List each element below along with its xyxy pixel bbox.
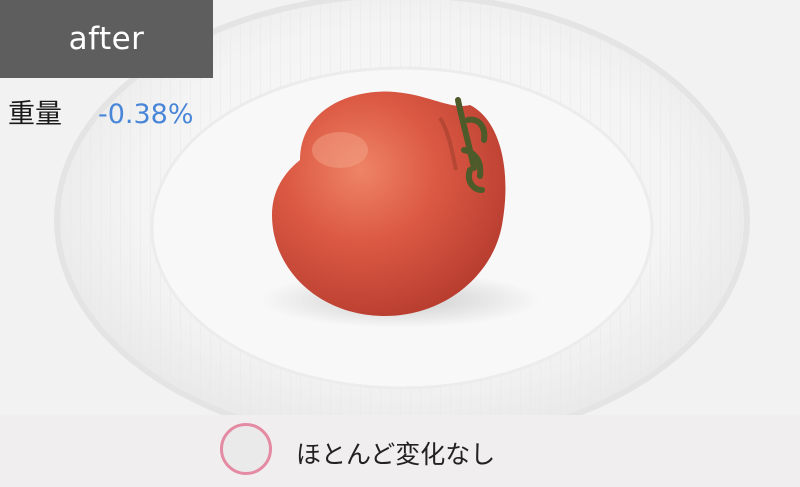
result-bar: ほとんど変化なし <box>0 415 800 487</box>
result-text: ほとんど変化なし <box>296 440 496 469</box>
weight-metric: 重量 -0.38% <box>8 92 194 131</box>
weight-change-value: -0.38% <box>98 99 194 130</box>
weight-label: 重量 <box>8 99 62 130</box>
after-label-text: after <box>68 21 145 57</box>
after-label: after <box>0 0 213 78</box>
circle-mark-icon <box>220 423 272 475</box>
comparison-card: after 重量 -0.38% ほとんど変化なし <box>0 0 800 487</box>
